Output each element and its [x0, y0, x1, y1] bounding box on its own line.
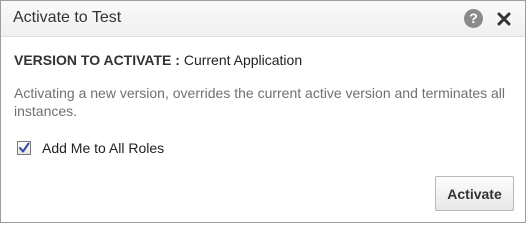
checkmark-icon — [19, 142, 30, 153]
dialog-titlebar: Activate to Test ? — [1, 1, 525, 37]
activate-to-test-dialog: Activate to Test ? VERSION TO ACTIVATE :… — [0, 0, 526, 223]
close-icon[interactable] — [496, 11, 512, 27]
activation-description: Activating a new version, overrides the … — [14, 85, 506, 119]
dialog-title: Activate to Test — [13, 9, 122, 26]
version-label: VERSION TO ACTIVATE : — [14, 52, 180, 68]
version-to-activate: VERSION TO ACTIVATE : Current Applicatio… — [14, 52, 302, 68]
version-value: Current Application — [183, 52, 303, 68]
help-icon[interactable]: ? — [464, 9, 483, 28]
activate-button[interactable]: Activate — [435, 176, 514, 211]
add-me-to-all-roles-checkbox[interactable] — [17, 141, 31, 155]
add-me-to-all-roles-label[interactable]: Add Me to All Roles — [42, 140, 164, 156]
